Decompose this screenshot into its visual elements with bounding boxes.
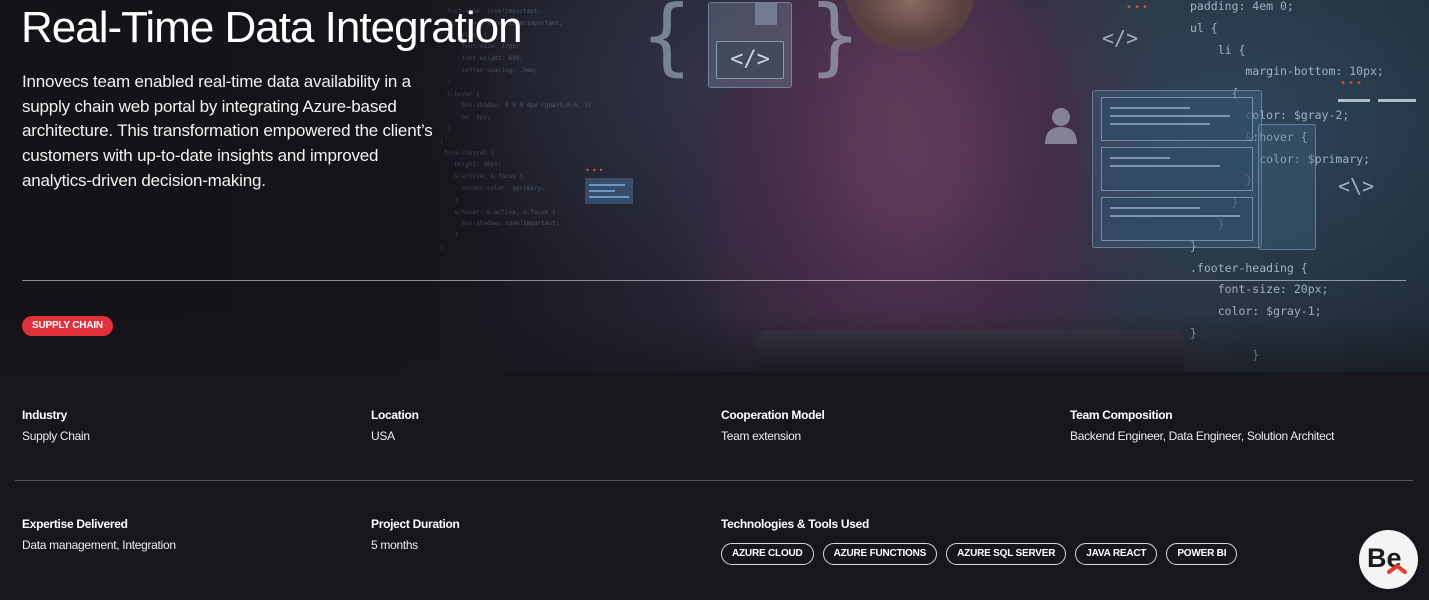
- tech-tag-power-bi[interactable]: POWER BI: [1166, 543, 1238, 565]
- code-tag-icon: </>: [1102, 26, 1139, 50]
- info-value: 5 months: [371, 538, 418, 552]
- code-file-icon: </>: [708, 2, 792, 88]
- info-value: Data management, Integration: [22, 538, 176, 552]
- info-label: Technologies & Tools Used: [721, 517, 870, 531]
- technology-tags: AZURE CLOUD AZURE FUNCTIONS AZURE SQL SE…: [721, 543, 1238, 565]
- layout-panel-icon: [1092, 90, 1262, 248]
- code-file-glyph: </>: [716, 41, 784, 79]
- info-location: Location USA: [371, 408, 711, 444]
- layout-panel-row: [1101, 147, 1253, 191]
- info-label: Industry: [22, 408, 67, 422]
- be-logo-graphic: Be: [1367, 543, 1407, 574]
- info-label: Expertise Delivered: [22, 517, 128, 531]
- menu-lines-icon: [1338, 99, 1418, 109]
- info-label: Team Composition: [1070, 408, 1173, 422]
- details-divider: [15, 480, 1413, 481]
- tech-tag-azure-cloud[interactable]: AZURE CLOUD: [721, 543, 814, 565]
- info-value: Supply Chain: [22, 429, 90, 443]
- info-label: Location: [371, 408, 419, 422]
- info-technologies: Technologies & Tools Used: [721, 517, 1061, 532]
- info-industry: Industry Supply Chain: [22, 408, 362, 444]
- hero-divider: [22, 280, 1406, 281]
- hero-banner: font-size: 1rem!important; .g font-size:…: [0, 0, 1429, 372]
- info-project-duration: Project Duration 5 months: [371, 517, 711, 553]
- user-icon: [1045, 108, 1077, 144]
- dots-icon: •••: [585, 166, 606, 175]
- info-expertise-delivered: Expertise Delivered Data management, Int…: [22, 517, 362, 553]
- project-description: Innovecs team enabled real-time data ava…: [22, 72, 433, 190]
- info-label: Cooperation Model: [721, 408, 825, 422]
- dots-icon: •••: [1340, 78, 1365, 89]
- layout-panel-row: [1101, 197, 1253, 241]
- info-value: USA: [371, 429, 395, 443]
- layout-panel-side-icon: [1258, 124, 1316, 250]
- behance-be-logo-icon[interactable]: Be: [1359, 530, 1418, 589]
- dots-icon: •••: [1126, 2, 1151, 13]
- code-snippet-icon: [585, 178, 633, 204]
- industry-tag[interactable]: SUPPLY CHAIN: [22, 316, 113, 336]
- info-value: Backend Engineer, Data Engineer, Solutio…: [1070, 429, 1335, 443]
- info-team-composition: Team Composition Backend Engineer, Data …: [1070, 408, 1410, 444]
- brace-right-icon: }: [808, 0, 862, 85]
- info-label: Project Duration: [371, 517, 460, 531]
- tech-tag-azure-functions[interactable]: AZURE FUNCTIONS: [822, 543, 938, 565]
- tech-tag-azure-sql-server[interactable]: AZURE SQL SERVER: [946, 543, 1067, 565]
- page-title: Real-Time Data Integration: [21, 3, 523, 52]
- code-file-slot: [755, 3, 777, 25]
- tech-tag-java-react[interactable]: JAVA REACT: [1075, 543, 1158, 565]
- info-value: Team extension: [721, 429, 801, 443]
- layout-panel-row: [1101, 97, 1253, 141]
- info-cooperation-model: Cooperation Model Team extension: [721, 408, 1061, 444]
- chevrons-icon: <\>: [1338, 174, 1375, 198]
- brace-left-icon: {: [640, 0, 694, 85]
